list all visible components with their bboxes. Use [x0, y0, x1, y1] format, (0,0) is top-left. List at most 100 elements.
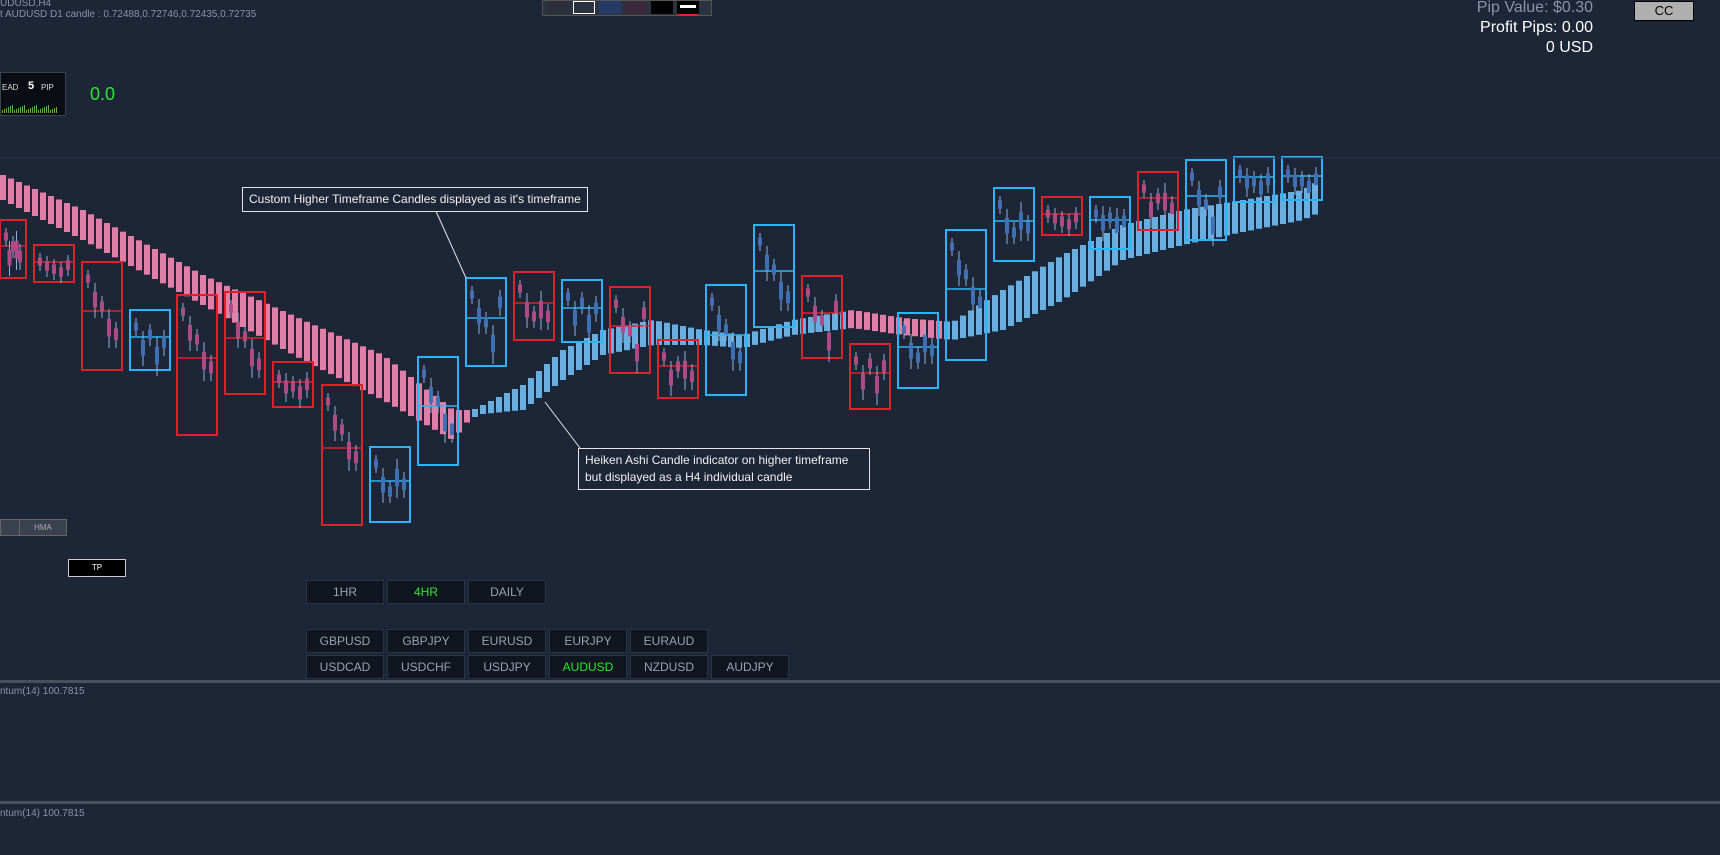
spread-bar [48, 105, 49, 113]
candle-body [422, 369, 426, 378]
swatch-black[interactable] [651, 1, 673, 14]
tf-1hr-button[interactable]: 1HR [306, 580, 384, 604]
pair-gbpjpy-button[interactable]: GBPJPY [387, 629, 465, 653]
ha-bar [864, 312, 870, 330]
candle-body [229, 304, 233, 313]
ha-bar [72, 206, 78, 236]
candle-body [93, 291, 97, 308]
pair-usdjpy-button[interactable]: USDJPY [468, 655, 546, 679]
candle-body [909, 342, 913, 359]
candle-body [902, 325, 906, 334]
spread-bar [2, 110, 3, 113]
ha-bar [88, 214, 94, 245]
spread-bar [32, 107, 33, 113]
ha-bar [288, 314, 294, 354]
ha-bar [328, 332, 334, 375]
ha-bar [1216, 204, 1222, 238]
subwindow-divider-1[interactable] [0, 680, 1720, 683]
spread-bar [12, 105, 13, 113]
tf-daily-button[interactable]: DAILY [468, 580, 546, 604]
pair-gbpusd-button[interactable]: GBPUSD [306, 629, 384, 653]
candle-body [162, 336, 166, 349]
ha-bar [1264, 196, 1270, 228]
subwindow-divider-2[interactable] [0, 801, 1720, 804]
candle-body [813, 305, 817, 322]
price-chart[interactable] [0, 0, 1720, 680]
swatch-dark[interactable] [547, 1, 569, 14]
pair-nzdusd-button[interactable]: NZDUSD [630, 655, 708, 679]
ha-bar [360, 346, 366, 391]
ha-bar [736, 334, 742, 348]
pair-audjpy-button[interactable]: AUDJPY [711, 655, 789, 679]
swatch-white-outline[interactable] [573, 1, 595, 14]
candle-body [402, 478, 406, 491]
left-stub-button[interactable] [0, 519, 20, 536]
ha-bar [80, 210, 86, 240]
ha-bar [376, 353, 382, 399]
ha-bar [912, 319, 918, 337]
ha-bar [928, 320, 934, 338]
candle-body [450, 423, 454, 436]
candle-body [250, 348, 254, 367]
ha-bar [1008, 285, 1014, 326]
ha-bar [160, 253, 166, 284]
candle-body [395, 468, 399, 487]
spread-bar [56, 107, 57, 113]
spread-label: EAD [2, 83, 19, 92]
swatch-navy[interactable] [599, 1, 621, 14]
candle-body [868, 358, 872, 369]
candle-body [1266, 173, 1270, 186]
ha-bar [512, 389, 518, 411]
pair-usdcad-button[interactable]: USDCAD [306, 655, 384, 679]
candle-body [470, 290, 474, 299]
pair-eurjpy-button[interactable]: EURJPY [549, 629, 627, 653]
tp-button[interactable]: TP [68, 559, 126, 577]
pair-eurusd-button[interactable]: EURUSD [468, 629, 546, 653]
ha-bar [848, 310, 854, 329]
candle-body [429, 386, 433, 403]
candle-body [566, 292, 570, 301]
candle-body [998, 200, 1002, 209]
ha-bar [48, 196, 54, 224]
hma-button[interactable]: HMA [19, 519, 67, 536]
ha-bar [1240, 200, 1246, 232]
ha-bar [1072, 249, 1078, 292]
candle-body [284, 380, 288, 394]
candle-body [14, 240, 19, 259]
candle-body [854, 356, 858, 365]
ha-bar [280, 311, 286, 349]
candle-body [107, 318, 111, 337]
candle-body [477, 307, 481, 324]
candle-body [827, 332, 831, 351]
ha-bar [1016, 280, 1022, 322]
tf-4hr-button[interactable]: 4HR [387, 580, 465, 604]
spread-unit: PIP [41, 83, 54, 92]
swatch-selected[interactable] [677, 1, 699, 16]
candle-body [333, 414, 337, 431]
pair-euraud-button[interactable]: EURAUD [630, 629, 708, 653]
spread-bar [6, 108, 7, 113]
ha-bar [1056, 257, 1062, 302]
candle-body [923, 334, 927, 353]
ha-bar [992, 295, 998, 332]
pair-usdchf-button[interactable]: USDCHF [387, 655, 465, 679]
candle-body [388, 486, 392, 497]
cc-button[interactable]: CC [1634, 1, 1694, 21]
candle-body [202, 351, 206, 370]
spread-bar [40, 109, 41, 113]
spread-bar [14, 110, 15, 113]
ha-bar [1248, 198, 1254, 231]
ha-bar [128, 236, 134, 266]
candle-body [676, 361, 680, 372]
ha-bar [240, 293, 246, 327]
callout-htf-candles: Custom Higher Timeframe Candles displaye… [242, 187, 588, 212]
ha-bar [64, 203, 70, 232]
ha-bar [1232, 201, 1238, 234]
candle-body [614, 299, 618, 308]
swatch-plum[interactable] [625, 1, 647, 14]
candle-body [525, 301, 529, 318]
pair-audusd-button[interactable]: AUDUSD [549, 655, 627, 679]
spread-bar [38, 110, 39, 113]
candle-body [786, 291, 790, 304]
ha-bar [168, 257, 174, 288]
